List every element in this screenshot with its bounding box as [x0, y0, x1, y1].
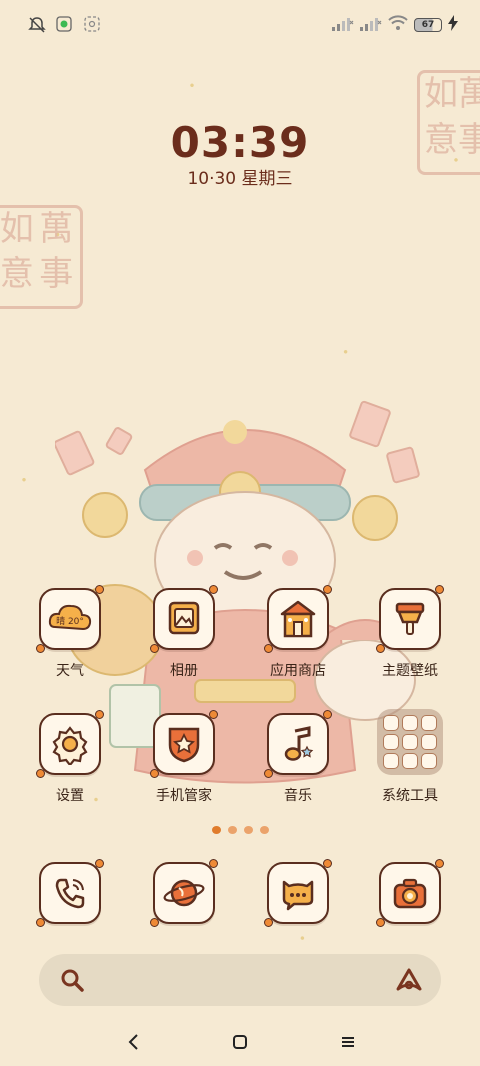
- app-label: 应用商店: [270, 663, 326, 679]
- themes-icon[interactable]: [376, 585, 444, 653]
- signal-2-icon: [360, 16, 382, 35]
- voice-assistant-icon[interactable]: [395, 967, 423, 997]
- app-label: 主题壁纸: [382, 663, 438, 679]
- app-themes[interactable]: 主题壁纸: [362, 585, 458, 680]
- app-security[interactable]: 手机管家: [136, 710, 232, 805]
- clock-time[interactable]: 03:39: [0, 118, 480, 167]
- dock-camera[interactable]: [362, 859, 458, 927]
- app-label: 系统工具: [382, 788, 438, 804]
- screenshot-notification-icon: [84, 16, 102, 34]
- app-label: 音乐: [284, 788, 312, 804]
- seal-char: 如: [0, 209, 34, 249]
- wechat-notification-icon: [56, 16, 74, 34]
- home-button[interactable]: [226, 1028, 254, 1056]
- app-label: 设置: [56, 788, 84, 804]
- charging-bolt-icon: [448, 15, 458, 35]
- folder-icon[interactable]: [377, 709, 443, 775]
- browser-icon[interactable]: [150, 859, 218, 927]
- search-bar[interactable]: [39, 954, 441, 1006]
- battery-indicator: 67: [414, 18, 442, 32]
- seal-char: 萬: [39, 209, 74, 249]
- seal-char: 如: [424, 74, 458, 114]
- weather-icon[interactable]: 晴 20°: [36, 585, 104, 653]
- search-icon[interactable]: [59, 967, 85, 997]
- app-label: 天气: [56, 663, 84, 679]
- dock-messages[interactable]: [250, 859, 346, 927]
- seal-char: 萬: [458, 74, 480, 114]
- security-icon[interactable]: [150, 710, 218, 778]
- gallery-icon[interactable]: [150, 585, 218, 653]
- clock-date[interactable]: 10·30 星期三: [0, 164, 480, 189]
- dock-browser[interactable]: [136, 859, 232, 927]
- app-gallery[interactable]: 相册: [136, 585, 232, 680]
- dock-phone[interactable]: [22, 859, 118, 927]
- settings-icon[interactable]: [36, 710, 104, 778]
- page-indicator[interactable]: [0, 826, 480, 834]
- app-music[interactable]: 音乐: [250, 710, 346, 805]
- page-dot[interactable]: [259, 826, 269, 834]
- page-dot[interactable]: [227, 826, 237, 834]
- page-dot[interactable]: [211, 826, 221, 834]
- camera-icon[interactable]: [376, 859, 444, 927]
- recents-button[interactable]: [334, 1028, 362, 1056]
- signal-1-icon: [332, 16, 354, 35]
- page-dot[interactable]: [243, 826, 253, 834]
- app-weather[interactable]: 晴 20° 天气: [22, 585, 118, 680]
- back-button[interactable]: [120, 1028, 148, 1056]
- status-bar: 67: [0, 0, 480, 50]
- wifi-icon: [388, 15, 408, 35]
- app-store[interactable]: 应用商店: [250, 585, 346, 680]
- messages-icon[interactable]: [264, 859, 332, 927]
- seal-left: 如 萬 意 事: [0, 205, 83, 309]
- app-settings[interactable]: 设置: [22, 710, 118, 805]
- seal-char: 事: [39, 254, 74, 294]
- phone-icon[interactable]: [36, 859, 104, 927]
- weather-badge: 晴 20°: [56, 615, 84, 627]
- app-store-icon[interactable]: [264, 585, 332, 653]
- silent-bell-icon: [28, 16, 46, 34]
- seal-char: 意: [0, 254, 34, 294]
- navigation-bar: [0, 1018, 480, 1066]
- app-label: 相册: [170, 663, 198, 679]
- folder-system-tools[interactable]: 系统工具: [362, 709, 458, 805]
- app-label: 手机管家: [156, 788, 212, 804]
- music-icon[interactable]: [264, 710, 332, 778]
